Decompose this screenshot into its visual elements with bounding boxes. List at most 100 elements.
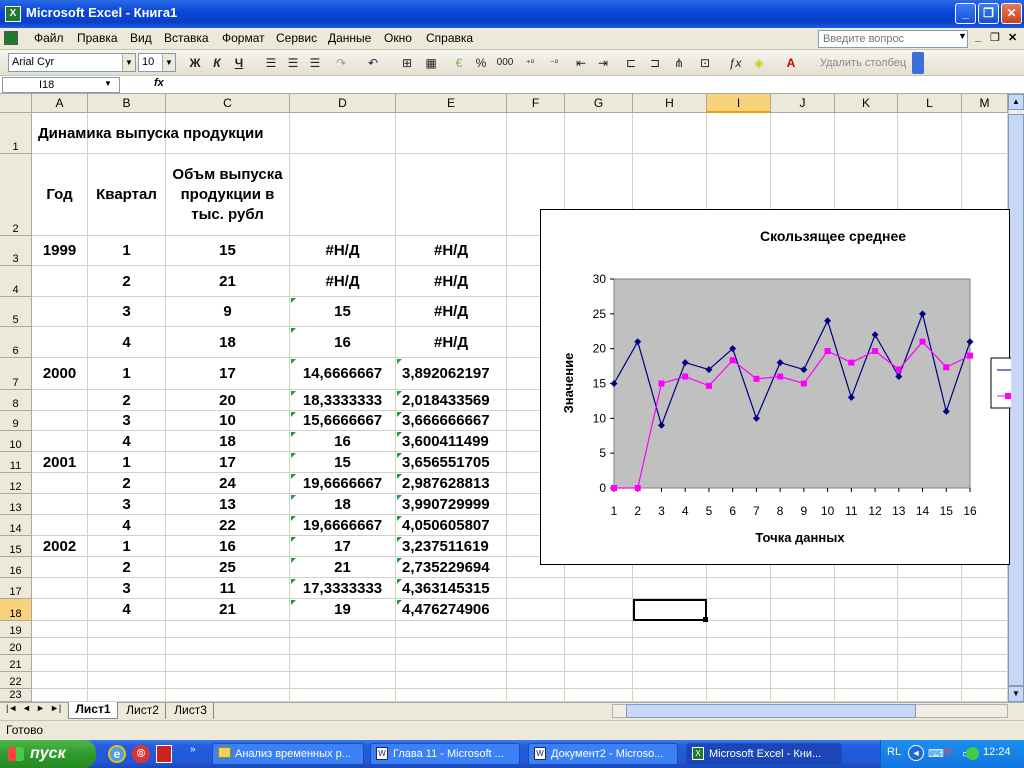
cell[interactable] [633, 578, 707, 599]
standard-error-cell[interactable]: #Н/Д [396, 266, 507, 297]
cell[interactable] [565, 655, 633, 672]
cell[interactable] [565, 578, 633, 599]
sheet-title-cell[interactable]: Динамика выпуска продукции [32, 113, 290, 154]
year-cell[interactable] [32, 578, 88, 599]
row-header[interactable]: 2 [0, 154, 32, 236]
standard-error-cell[interactable]: 3,892062197 [396, 358, 507, 390]
moving-average-cell[interactable]: 18 [290, 494, 396, 515]
standard-error-cell[interactable]: #Н/Д [396, 327, 507, 358]
year-cell[interactable]: 1999 [32, 236, 88, 266]
quarter-cell[interactable]: 4 [88, 431, 166, 452]
cell[interactable] [707, 621, 771, 638]
standard-error-cell[interactable]: 3,990729999 [396, 494, 507, 515]
standard-error-cell[interactable]: 4,363145315 [396, 578, 507, 599]
cell[interactable] [898, 621, 962, 638]
cell[interactable] [32, 621, 88, 638]
cell[interactable] [835, 599, 898, 621]
cell[interactable] [396, 638, 507, 655]
volume-cell[interactable]: 24 [166, 473, 290, 494]
row-header[interactable]: 10 [0, 431, 32, 452]
volume-cell[interactable]: 9 [166, 297, 290, 327]
moving-average-chart[interactable]: Скользящее среднее Точка данных Значение 0 5… [540, 209, 1022, 565]
cell[interactable] [396, 689, 507, 702]
year-cell[interactable]: 2000 [32, 358, 88, 390]
row-header[interactable]: 16 [0, 557, 32, 578]
quarter-cell[interactable]: 1 [88, 536, 166, 557]
quarter-cell[interactable]: 2 [88, 473, 166, 494]
column-header[interactable]: L [898, 94, 962, 113]
cell[interactable] [707, 113, 771, 154]
moving-average-cell[interactable]: 19,6666667 [290, 515, 396, 536]
cell[interactable] [507, 638, 565, 655]
cell[interactable] [771, 599, 835, 621]
volume-cell[interactable]: 16 [166, 536, 290, 557]
cell[interactable] [565, 638, 633, 655]
volume-cell[interactable]: 25 [166, 557, 290, 578]
cell[interactable] [32, 638, 88, 655]
cell[interactable] [898, 672, 962, 689]
task-analysis[interactable]: Анализ временных р... [212, 743, 364, 765]
year-cell[interactable] [32, 327, 88, 358]
year-cell[interactable] [32, 390, 88, 411]
cell[interactable] [771, 113, 835, 154]
column-header[interactable]: C [166, 94, 290, 113]
cell[interactable] [290, 621, 396, 638]
cell[interactable] [396, 655, 507, 672]
cell[interactable] [290, 655, 396, 672]
cell[interactable] [633, 621, 707, 638]
cell[interactable] [962, 655, 1008, 672]
volume-cell[interactable]: 17 [166, 358, 290, 390]
cell[interactable] [633, 655, 707, 672]
task-excel[interactable]: Microsoft Excel - Кни... [686, 743, 842, 765]
moving-average-cell[interactable]: 17 [290, 536, 396, 557]
scroll-down-icon[interactable]: ▼ [1008, 686, 1024, 702]
moving-average-cell[interactable]: 18,3333333 [290, 390, 396, 411]
cell[interactable] [565, 672, 633, 689]
cell[interactable] [962, 689, 1008, 702]
moving-average-cell[interactable]: 19 [290, 599, 396, 621]
standard-error-cell[interactable]: 3,237511619 [396, 536, 507, 557]
row-header[interactable]: 12 [0, 473, 32, 494]
scroll-up-icon[interactable]: ▲ [1008, 94, 1024, 110]
cell[interactable] [396, 621, 507, 638]
row-header[interactable]: 21 [0, 655, 32, 672]
row-header[interactable]: 13 [0, 494, 32, 515]
cell[interactable] [707, 655, 771, 672]
cell[interactable] [633, 638, 707, 655]
cell[interactable] [898, 599, 962, 621]
quarter-cell[interactable]: 3 [88, 578, 166, 599]
quarter-cell[interactable]: 3 [88, 411, 166, 431]
cell[interactable] [771, 578, 835, 599]
next-sheet-icon[interactable]: ► [36, 703, 45, 713]
volume-cell[interactable]: 22 [166, 515, 290, 536]
standard-error-cell[interactable]: #Н/Д [396, 236, 507, 266]
cell[interactable] [290, 672, 396, 689]
standard-error-cell[interactable]: #Н/Д [396, 297, 507, 327]
cell[interactable] [898, 689, 962, 702]
volume-cell[interactable]: 17 [166, 452, 290, 473]
cell[interactable] [633, 672, 707, 689]
moving-average-cell[interactable]: 14,6666667 [290, 358, 396, 390]
cell[interactable] [396, 672, 507, 689]
cell[interactable] [290, 154, 396, 236]
row-header[interactable]: 8 [0, 390, 32, 411]
year-cell[interactable] [32, 599, 88, 621]
volume-cell[interactable]: 18 [166, 327, 290, 358]
cell[interactable] [88, 672, 166, 689]
cell[interactable] [290, 113, 396, 154]
cell[interactable] [898, 638, 962, 655]
volume-cell[interactable]: 18 [166, 431, 290, 452]
cell[interactable] [962, 113, 1008, 154]
cell[interactable] [507, 655, 565, 672]
cell[interactable] [962, 578, 1008, 599]
cell[interactable] [507, 113, 565, 154]
volume-cell[interactable]: 11 [166, 578, 290, 599]
cell[interactable] [290, 638, 396, 655]
cell[interactable] [88, 655, 166, 672]
standard-error-cell[interactable]: 2,987628813 [396, 473, 507, 494]
cell[interactable] [962, 599, 1008, 621]
tray-back-icon[interactable]: ◄ [908, 745, 924, 761]
moving-average-cell[interactable]: 16 [290, 431, 396, 452]
cell[interactable] [507, 672, 565, 689]
cell[interactable] [835, 672, 898, 689]
